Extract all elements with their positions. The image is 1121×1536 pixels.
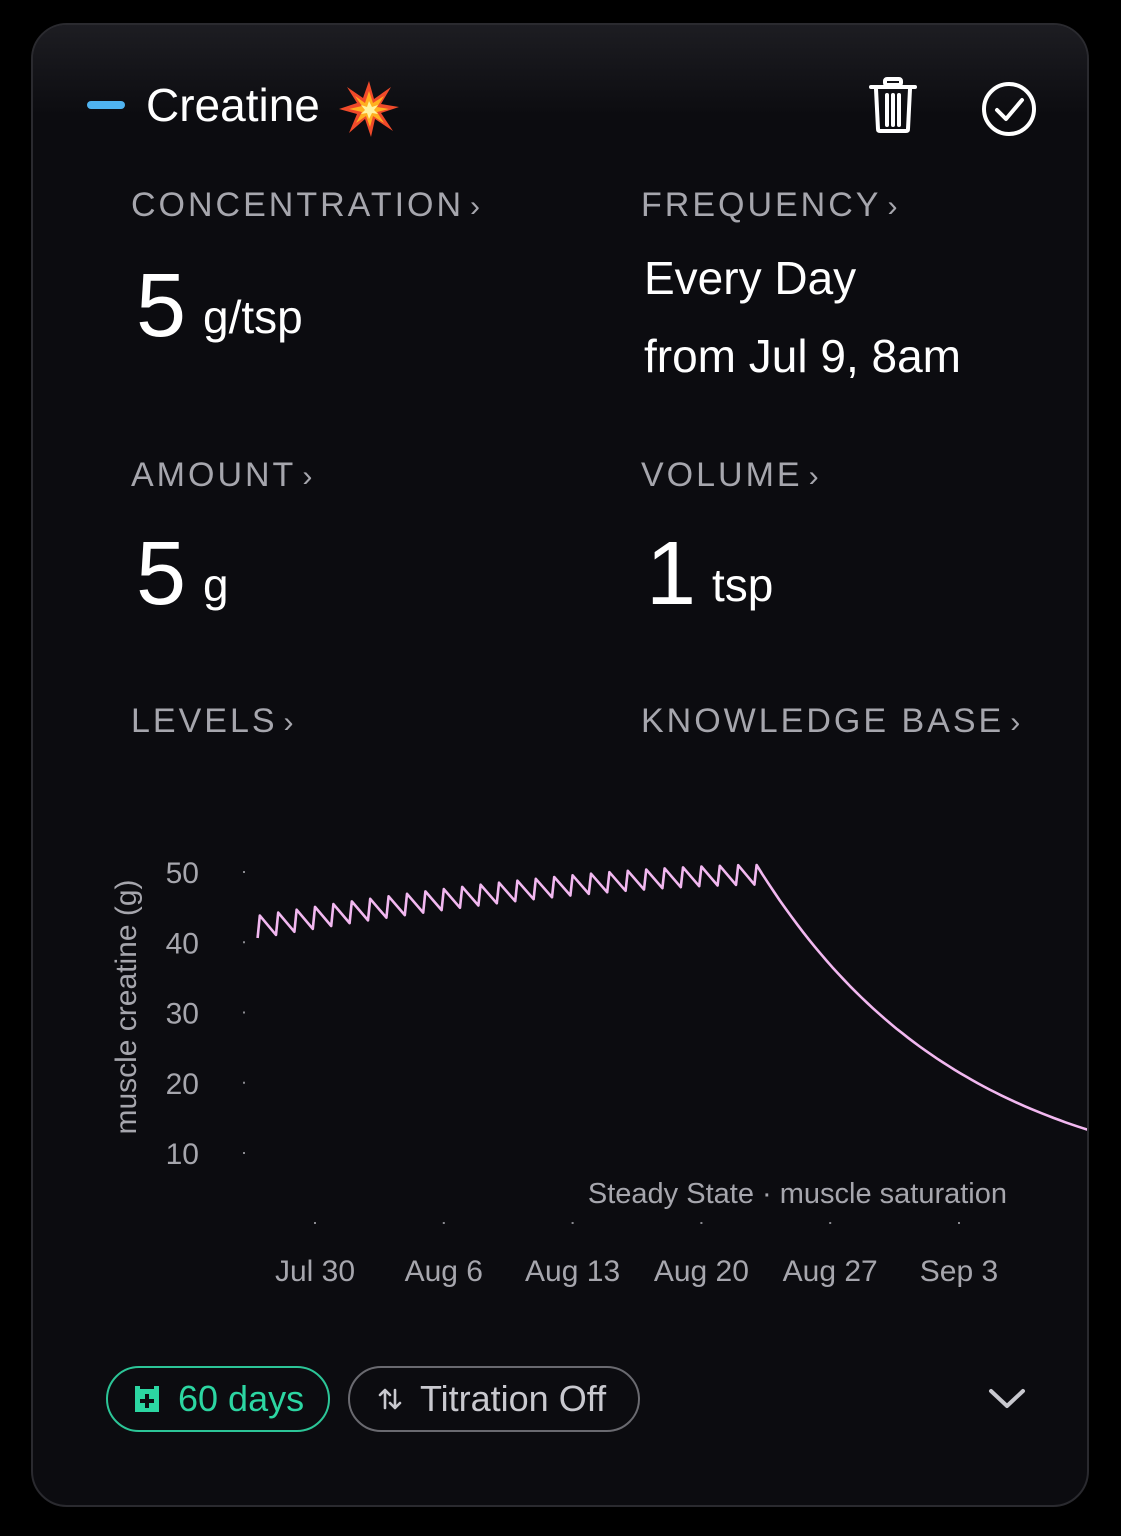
knowledge-base-link[interactable]: KNOWLEDGE BASE › [641,701,1020,743]
swap-vertical-icon [378,1388,402,1410]
titration-pill[interactable]: Titration Off [348,1366,640,1432]
levels-link[interactable]: LEVELS › [131,701,294,743]
concentration-link[interactable]: CONCENTRATION › [131,185,480,227]
x-tick-label: Aug 6 [405,1255,483,1288]
x-tick-label: Aug 27 [783,1255,878,1288]
concentration-value[interactable]: 5 [136,261,186,351]
y-tick-mark [243,871,245,873]
knowledge-base-label: KNOWLEDGE BASE [641,702,1005,740]
x-tick-mark [829,1222,832,1224]
chevron-right-icon: › [1010,706,1021,739]
supplement-card: Creatine CONCENTRATION › 5 g/tsp FREQUENC… [31,23,1089,1507]
y-tick-mark [243,1011,245,1014]
chevron-right-icon: › [283,706,294,739]
x-tick-label: Jul 30 [275,1255,355,1288]
y-tick-mark [243,1152,245,1154]
x-tick-label: Aug 13 [525,1255,620,1288]
trash-icon[interactable] [863,75,923,135]
x-tick-mark [314,1222,316,1224]
levels-label: LEVELS [131,702,278,740]
x-tick-label: Sep 3 [920,1255,998,1288]
volume-value[interactable]: 1 [646,529,696,619]
volume-link[interactable]: VOLUME › [641,455,819,497]
steady-state-annotation: Steady State · muscle saturation [588,1178,1007,1210]
supplement-title: Creatine [146,79,320,131]
x-tick-mark [571,1222,574,1224]
y-tick-label: 30 [166,998,199,1031]
levels-chart: muscle creatine (g) 50 40 30 20 10 Jul 30 Aug… [110,857,1087,1288]
x-tick-mark [958,1222,960,1224]
chevron-right-icon: › [470,190,481,223]
amount-value[interactable]: 5 [136,529,186,619]
frequency-label: FREQUENCY [641,186,882,224]
chevron-right-icon: › [887,190,898,223]
y-tick-label: 40 [166,927,199,960]
muscle-creatine-line [256,863,1087,1131]
y-tick-label: 10 [166,1138,199,1171]
titration-label: Titration Off [420,1378,607,1419]
collapse-dash-icon[interactable] [87,101,125,109]
y-tick-label: 20 [166,1068,199,1101]
duration-pill[interactable]: 60 days [106,1366,330,1432]
volume-label: VOLUME [641,456,803,494]
check-circle-icon[interactable] [979,79,1039,139]
frequency-line-2[interactable]: from Jul 9, 8am [644,328,961,384]
frequency-link[interactable]: FREQUENCY › [641,185,897,227]
concentration-unit: g/tsp [203,291,303,343]
y-tick-label: 50 [166,857,199,890]
x-tick-label: Aug 20 [654,1255,749,1288]
y-tick-mark [243,941,245,944]
collision-spark-icon [339,81,399,137]
amount-unit: g [203,559,229,611]
x-tick-mark [700,1222,703,1224]
amount-link[interactable]: AMOUNT › [131,455,312,497]
y-axis-label: muscle creatine (g) [110,879,143,1134]
chevron-down-icon[interactable] [985,1381,1029,1413]
duration-label: 60 days [178,1378,305,1419]
concentration-label: CONCENTRATION [131,186,465,224]
y-tick-mark [243,1081,245,1084]
volume-unit: tsp [712,559,774,611]
frequency-line-1[interactable]: Every Day [644,250,856,306]
x-tick-mark [442,1222,445,1224]
amount-label: AMOUNT [131,456,297,494]
pill-box-icon [135,1386,159,1412]
chevron-right-icon: › [808,460,819,493]
chevron-right-icon: › [302,460,313,493]
